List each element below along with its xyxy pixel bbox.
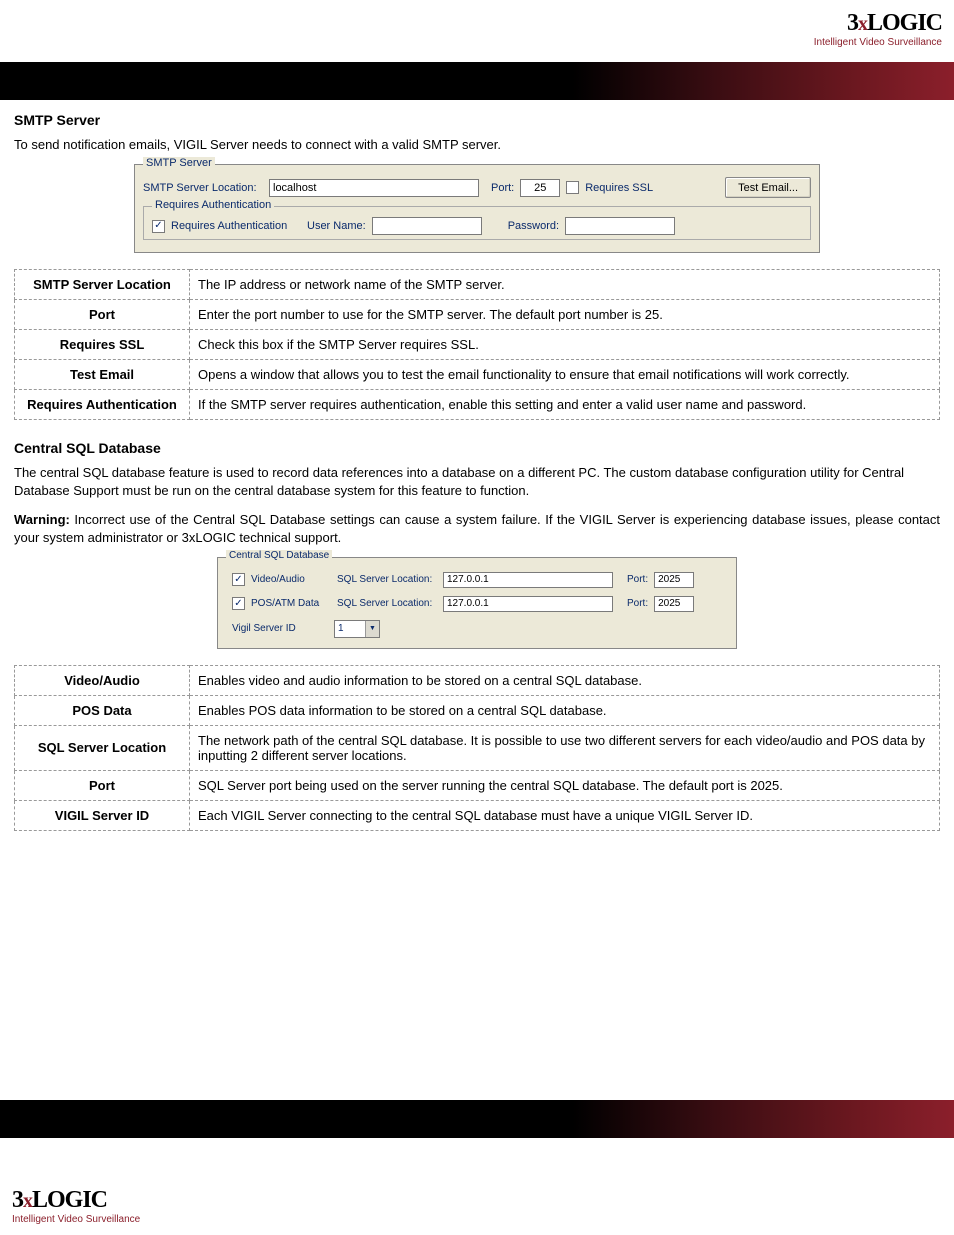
smtp-port-label: Port: [491,182,514,194]
cell-label: Requires Authentication [15,390,190,420]
password-label: Password: [508,220,559,232]
chevron-down-icon: ▼ [365,621,379,637]
smtp-intro: To send notification emails, VIGIL Serve… [14,136,940,154]
cell-desc: Enter the port number to use for the SMT… [190,300,940,330]
smtp-heading: SMTP Server [14,112,940,128]
table-row: POS DataEnables POS data information to … [15,695,940,725]
test-email-button[interactable]: Test Email... [725,177,811,198]
sql-heading: Central SQL Database [14,440,940,456]
smtp-location-label: SMTP Server Location: [143,182,263,194]
cell-label: Port [15,770,190,800]
table-row: VIGIL Server IDEach VIGIL Server connect… [15,800,940,830]
sql-location-label-2: SQL Server Location: [337,598,437,609]
video-audio-checkbox[interactable]: ✓ [232,573,245,586]
brand-tagline: Intelligent Video Surveillance [814,37,942,48]
header-bar [0,62,954,100]
cell-label: POS Data [15,695,190,725]
pos-atm-label: POS/ATM Data [251,598,331,609]
cell-desc: Check this box if the SMTP Server requir… [190,330,940,360]
requires-auth-groupbox: Requires Authentication ✓ Requires Authe… [143,206,811,240]
cell-desc: Enables POS data information to be store… [190,695,940,725]
smtp-location-input[interactable] [269,179,479,197]
table-row: SQL Server LocationThe network path of t… [15,725,940,770]
sql-port-input-2[interactable] [654,596,694,612]
pos-atm-checkbox[interactable]: ✓ [232,597,245,610]
table-row: Test EmailOpens a window that allows you… [15,360,940,390]
sql-port-label-1: Port: [627,574,648,585]
cell-label: SQL Server Location [15,725,190,770]
sql-location-label-1: SQL Server Location: [337,574,437,585]
cell-label: SMTP Server Location [15,270,190,300]
sql-para: The central SQL database feature is used… [14,464,940,500]
cell-label: Requires SSL [15,330,190,360]
smtp-description-table: SMTP Server LocationThe IP address or ne… [14,269,940,420]
sql-warning: Warning: Incorrect use of the Central SQ… [14,511,940,547]
sql-port-input-1[interactable] [654,572,694,588]
central-sql-groupbox: Central SQL Database ✓ Video/Audio SQL S… [217,557,737,649]
cell-label: Port [15,300,190,330]
sql-location-input-1[interactable] [443,572,613,588]
table-row: Requires AuthenticationIf the SMTP serve… [15,390,940,420]
requires-auth-label: Requires Authentication [171,220,301,232]
footer-page: Pg. 122 [0,1159,954,1176]
username-input[interactable] [372,217,482,235]
video-audio-label: Video/Audio [251,574,331,585]
smtp-port-input[interactable] [520,179,560,197]
table-row: Video/AudioEnables video and audio infor… [15,665,940,695]
cell-desc: Enables video and audio information to b… [190,665,940,695]
brand-name: 3xLOGIC [814,10,942,37]
logo-top: 3xLOGIC Intelligent Video Surveillance [814,10,942,48]
sql-description-table: Video/AudioEnables video and audio infor… [14,665,940,831]
table-row: PortSQL Server port being used on the se… [15,770,940,800]
requires-auth-checkbox[interactable]: ✓ [152,220,165,233]
vigil-server-id-select[interactable]: 1 ▼ [334,620,380,638]
sql-port-label-2: Port: [627,598,648,609]
sql-legend: Central SQL Database [226,550,332,561]
cell-desc: The network path of the central SQL data… [190,725,940,770]
sql-location-input-2[interactable] [443,596,613,612]
cell-label: Video/Audio [15,665,190,695]
footer-title: 3xLOGIC's VIGIL Server 7.1 User Guide [0,1142,954,1159]
brand-name: 3xLOGIC [12,1187,140,1214]
cell-desc: Each VIGIL Server connecting to the cent… [190,800,940,830]
cell-desc: The IP address or network name of the SM… [190,270,940,300]
vigil-server-id-label: Vigil Server ID [232,623,328,634]
smtp-server-groupbox: SMTP Server SMTP Server Location: Port: … [134,164,820,253]
cell-label: VIGIL Server ID [15,800,190,830]
table-row: SMTP Server LocationThe IP address or ne… [15,270,940,300]
auth-legend: Requires Authentication [152,199,274,211]
requires-ssl-checkbox[interactable] [566,181,579,194]
footer-bar [0,1100,954,1138]
smtp-legend: SMTP Server [143,157,215,169]
footer-text: 3xLOGIC's VIGIL Server 7.1 User Guide Pg… [0,1142,954,1176]
password-input[interactable] [565,217,675,235]
brand-tagline: Intelligent Video Surveillance [12,1214,140,1225]
username-label: User Name: [307,220,366,232]
requires-ssl-label: Requires SSL [585,182,653,194]
cell-desc: Opens a window that allows you to test t… [190,360,940,390]
cell-label: Test Email [15,360,190,390]
table-row: Requires SSLCheck this box if the SMTP S… [15,330,940,360]
cell-desc: SQL Server port being used on the server… [190,770,940,800]
cell-desc: If the SMTP server requires authenticati… [190,390,940,420]
logo-bottom: 3xLOGIC Intelligent Video Surveillance [12,1187,140,1225]
table-row: PortEnter the port number to use for the… [15,300,940,330]
